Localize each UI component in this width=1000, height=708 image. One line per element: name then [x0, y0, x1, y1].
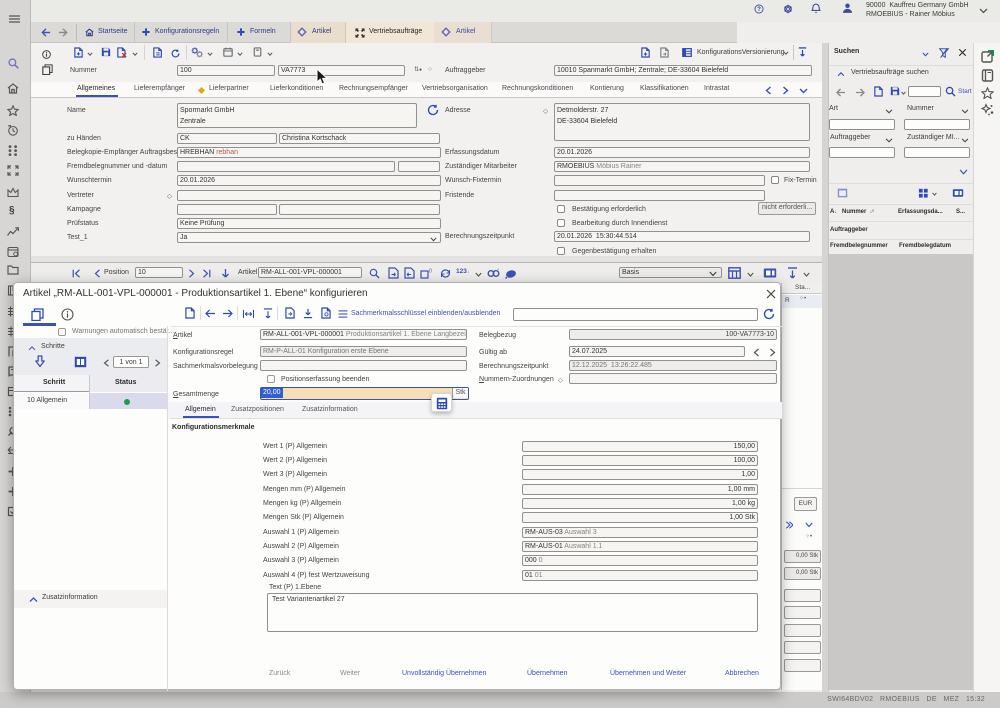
- svg-text:°: °: [498, 268, 500, 273]
- svg-text:?: ?: [757, 6, 761, 13]
- svg-text:0: 0: [429, 269, 432, 275]
